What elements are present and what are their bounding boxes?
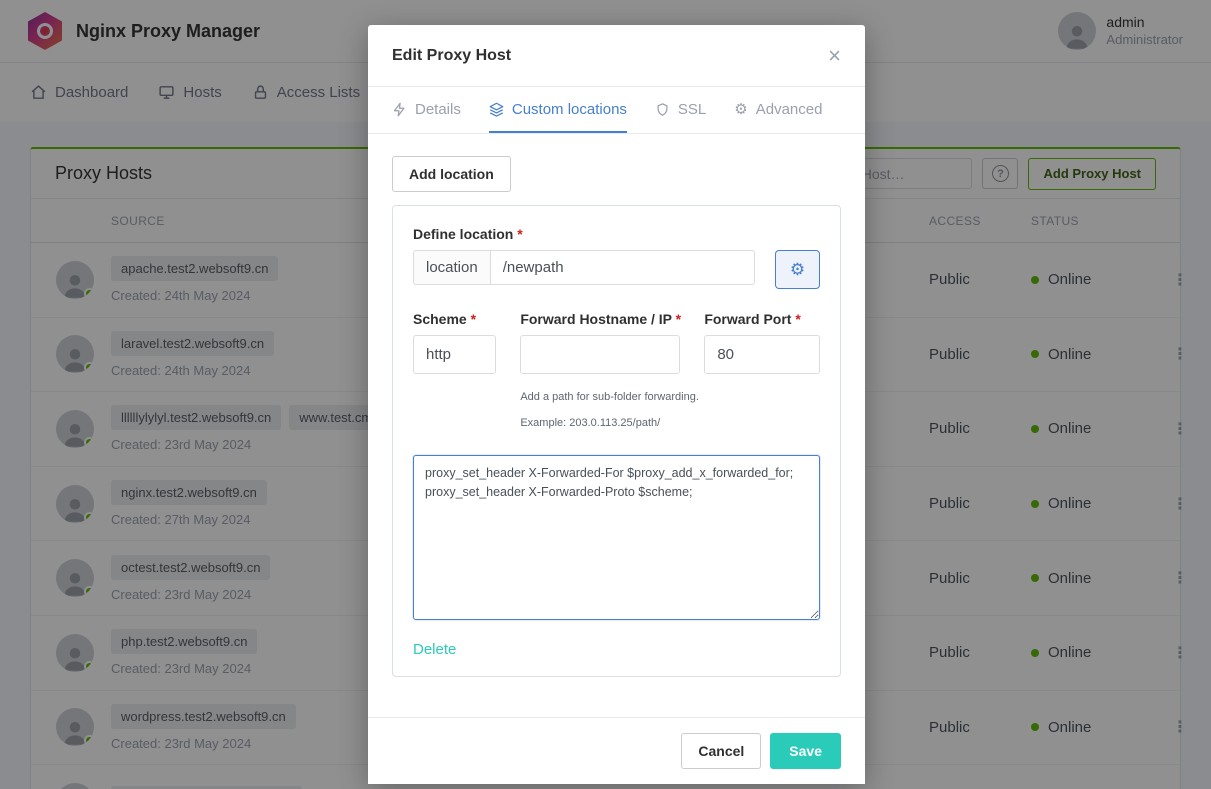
tab-label: Custom locations xyxy=(512,101,627,118)
required-asterisk: * xyxy=(517,226,522,242)
delete-location-link[interactable]: Delete xyxy=(413,641,456,658)
tab-label: SSL xyxy=(678,101,706,118)
edit-proxy-host-modal: Edit Proxy Host × Details Custom locatio… xyxy=(368,25,865,784)
close-icon[interactable]: × xyxy=(828,45,841,67)
tab-advanced[interactable]: ⚙ Advanced xyxy=(734,87,822,133)
forward-port-input[interactable] xyxy=(704,335,820,374)
save-button[interactable]: Save xyxy=(770,733,841,769)
forward-port-label: Forward Port * xyxy=(704,311,820,327)
modal-tabs: Details Custom locations SSL ⚙ Advanced xyxy=(368,87,865,134)
define-location-label: Define location * xyxy=(413,226,820,242)
layers-icon xyxy=(489,102,504,117)
location-advanced-config-textarea[interactable]: proxy_set_header X-Forwarded-For $proxy_… xyxy=(413,455,820,620)
add-location-button[interactable]: Add location xyxy=(392,156,511,192)
modal-title: Edit Proxy Host xyxy=(392,47,511,65)
forward-hostname-input[interactable] xyxy=(520,335,680,374)
modal-footer: Cancel Save xyxy=(368,717,865,784)
gear-icon: ⚙ xyxy=(734,100,747,118)
hostname-help-text: Add a path for sub-folder forwarding. Ex… xyxy=(520,384,680,437)
location-settings-button[interactable]: ⚙ xyxy=(775,250,820,289)
tab-ssl[interactable]: SSL xyxy=(655,87,706,133)
tab-label: Advanced xyxy=(756,101,823,118)
location-path-input[interactable] xyxy=(490,250,755,285)
gear-icon: ⚙ xyxy=(790,260,805,280)
forward-hostname-label: Forward Hostname / IP * xyxy=(520,311,680,327)
cancel-button[interactable]: Cancel xyxy=(681,733,761,769)
scheme-input[interactable] xyxy=(413,335,496,374)
tab-details[interactable]: Details xyxy=(392,87,461,133)
modal-body: Add location Define location * location … xyxy=(368,134,865,717)
location-card: Define location * location ⚙ Scheme * xyxy=(392,205,841,677)
tab-label: Details xyxy=(415,101,461,118)
location-prefix: location xyxy=(413,250,490,285)
zap-icon xyxy=(392,102,407,117)
shield-icon xyxy=(655,102,670,117)
tab-custom-locations[interactable]: Custom locations xyxy=(489,87,627,133)
scheme-label: Scheme * xyxy=(413,311,496,327)
